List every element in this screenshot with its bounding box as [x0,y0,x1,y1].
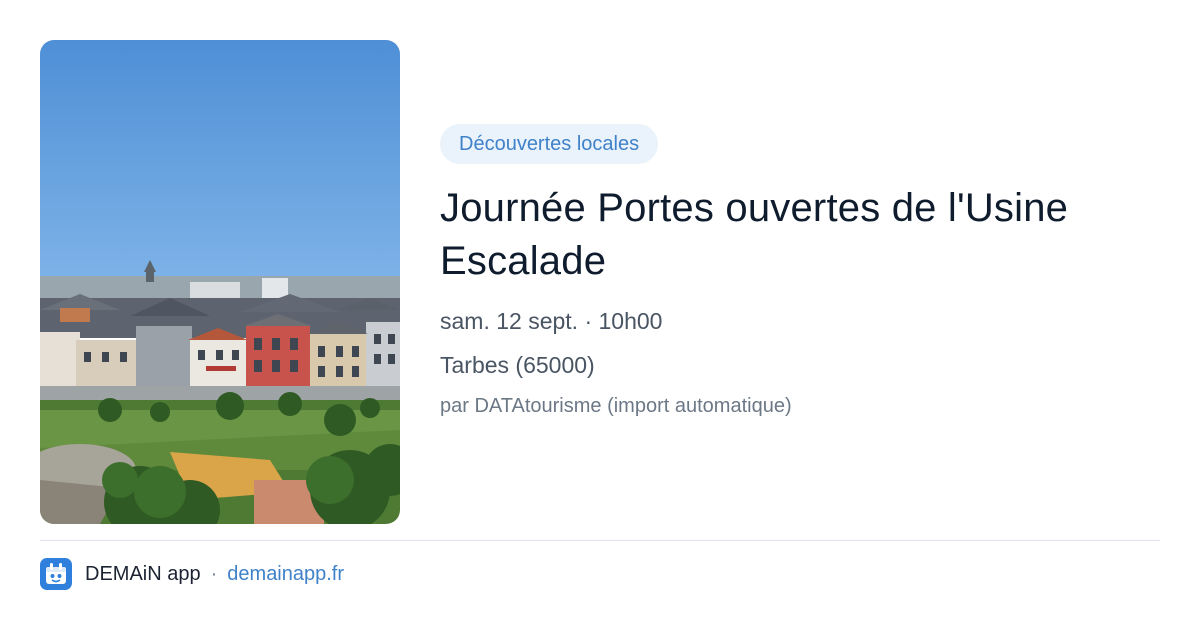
event-source: par DATAtourisme (import automatique) [440,395,792,417]
event-location: Tarbes (65000) [440,352,595,378]
footer: DEMAiN app · demainapp.fr [40,558,344,590]
event-title[interactable]: Journée Portes ouvertes de l'Usine Escal… [440,182,1160,288]
app-name: DEMAiN app [85,562,201,585]
demain-app-logo-icon [40,558,72,590]
footer-divider [40,540,1160,541]
footer-separator: · [210,562,218,585]
category-badge[interactable]: Découvertes locales [440,124,659,164]
event-date-time: sam. 12 sept. · 10h00 [440,308,663,334]
event-preview-card[interactable]: Découvertes locales Journée Portes ouver… [0,0,1200,630]
site-link[interactable]: demainapp.fr [227,563,344,586]
event-photo [40,40,400,524]
event-info: Découvertes locales Journée Portes ouver… [440,124,1160,420]
